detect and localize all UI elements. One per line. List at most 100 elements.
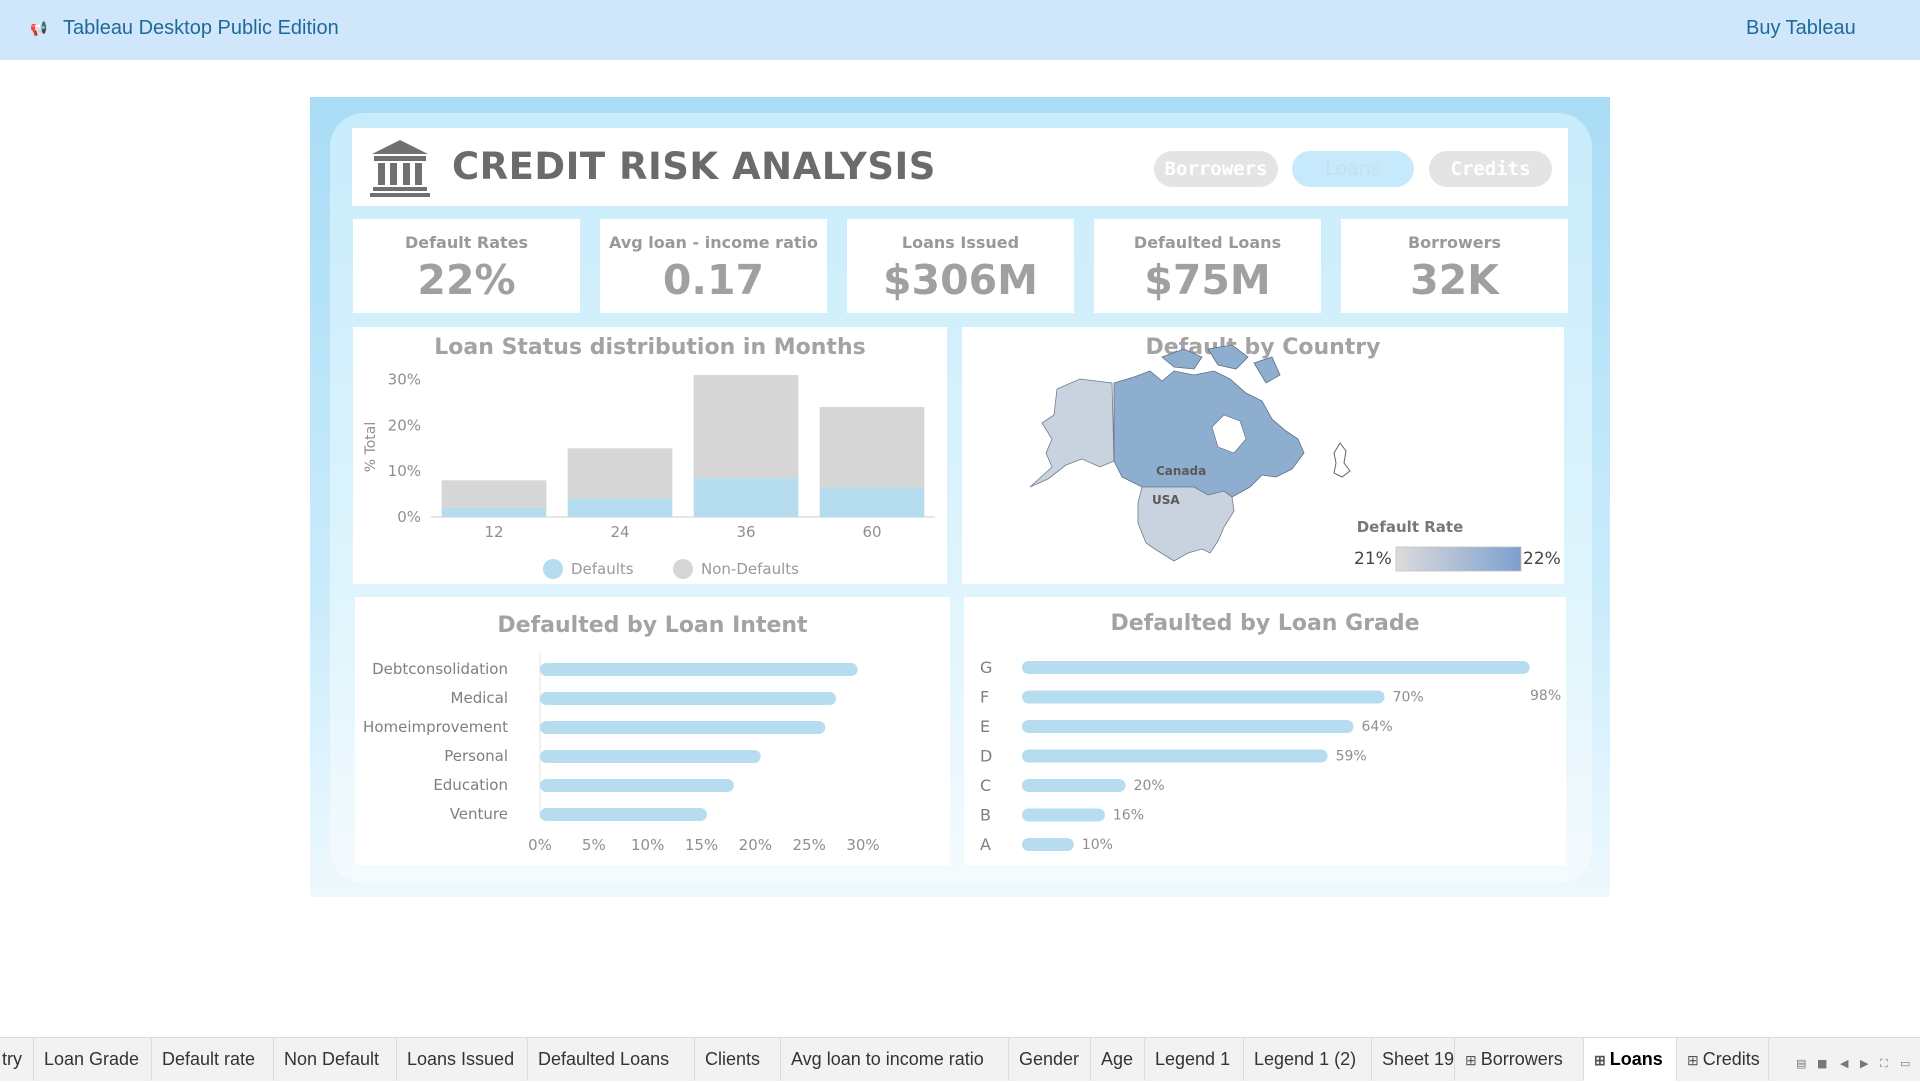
legend-label-non-defaults: Non-Defaults <box>701 560 799 578</box>
sheet-tab-loans[interactable]: ⊞ Loans <box>1584 1038 1677 1081</box>
dashboard-title: CREDIT RISK ANALYSIS <box>452 145 936 188</box>
nav-loans-button[interactable]: Loans <box>1292 151 1414 187</box>
map-legend-max: 22% <box>1523 549 1561 569</box>
sheet-tab-sheet-19[interactable]: Sheet 19 <box>1372 1038 1455 1081</box>
bar-non-defaults[interactable] <box>567 448 673 499</box>
intent-bar[interactable] <box>540 808 707 821</box>
grade-value-label: 59% <box>1336 749 1367 765</box>
y-axis-label: % Total <box>363 422 379 472</box>
intent-bar[interactable] <box>540 663 858 676</box>
legend-dot-non-defaults <box>673 559 693 579</box>
app-header: 📢 Tableau Desktop Public Edition Buy Tab… <box>0 0 1920 60</box>
sheet-tab-label: Credits <box>1702 1049 1760 1069</box>
category-label: Debtconsolidation <box>372 660 508 678</box>
sheet-tab-label: Age <box>1101 1049 1134 1069</box>
sheet-tab-age[interactable]: Age <box>1091 1038 1145 1081</box>
bar-non-defaults[interactable] <box>441 480 547 508</box>
kpi-label: Borrowers <box>1407 233 1501 252</box>
tab-grid-icon[interactable]: ■ <box>1817 1057 1827 1070</box>
presentation-icon[interactable]: ▭ <box>1900 1057 1910 1070</box>
next-tab-icon[interactable]: ▶ <box>1860 1057 1868 1070</box>
grade-value-label: 10% <box>1082 837 1113 853</box>
intent-bar[interactable] <box>540 721 826 734</box>
x-tick-label: 25% <box>792 836 825 854</box>
sheet-tab-clients[interactable]: Clients <box>695 1038 781 1081</box>
nav-borrowers-button[interactable]: Borrowers <box>1154 151 1278 187</box>
legend-label-defaults: Defaults <box>571 560 634 578</box>
kpi-card-loans-issued: Loans Issued $306M <box>847 219 1074 313</box>
sheet-tab-avg-loan-to-income-ratio[interactable]: Avg loan to income ratio <box>781 1038 1009 1081</box>
grade-label: B <box>980 806 991 825</box>
sheet-tab-loan-grade[interactable]: Loan Grade <box>34 1038 152 1081</box>
grade-bar[interactable] <box>1022 779 1126 792</box>
sheet-tab-label: Sheet 19 <box>1382 1049 1455 1069</box>
x-tick-label: 5% <box>582 836 606 854</box>
x-tick-label: 10% <box>631 836 664 854</box>
sheet-tab-label: Clients <box>705 1049 761 1069</box>
grade-bar[interactable] <box>1022 749 1328 763</box>
sheet-tab-defaulted-loans[interactable]: Defaulted Loans <box>528 1038 695 1081</box>
kpi-label: Default Rates <box>404 233 529 252</box>
grade-bar[interactable] <box>1022 838 1074 851</box>
y-tick-label: 10% <box>388 462 421 480</box>
intent-bar[interactable] <box>540 779 734 792</box>
y-tick-label: 0% <box>397 508 421 526</box>
kpi-card-borrowers: Borrowers 32K <box>1341 219 1568 313</box>
nav-credits-button[interactable]: Credits <box>1429 151 1552 187</box>
sheet-tab-borrowers[interactable]: ⊞ Borrowers <box>1455 1038 1584 1081</box>
kpi-card-defaulted-loans: Defaulted Loans $75M <box>1094 219 1321 313</box>
map-label-usa: USA <box>1152 493 1180 507</box>
sheet-tab-label: try <box>2 1049 22 1069</box>
category-label: Personal <box>444 747 508 765</box>
grade-bar[interactable] <box>1022 720 1354 733</box>
intent-bar[interactable] <box>540 750 761 763</box>
grade-label: F <box>980 688 989 707</box>
bar-non-defaults[interactable] <box>819 407 925 488</box>
sheet-tab-label: Gender <box>1019 1049 1080 1069</box>
loan-intent-panel: Defaulted by Loan Intent Debtconsolidati… <box>355 597 950 865</box>
sheet-tab-gender[interactable]: Gender <box>1009 1038 1091 1081</box>
map-label-canada: Canada <box>1156 464 1206 478</box>
fullscreen-icon[interactable]: ⛶ <box>1880 1057 1888 1071</box>
sheet-tab-legend-1-2[interactable]: Legend 1 (2) <box>1244 1038 1372 1081</box>
buy-tableau-link[interactable]: Buy Tableau <box>1746 17 1856 40</box>
legend-dot-defaults <box>543 559 563 579</box>
grade-label: E <box>980 717 990 736</box>
x-tick-label: 15% <box>685 836 718 854</box>
map-legend-title: Default Rate <box>1357 518 1464 536</box>
sheet-tab-bar: try Loan Grade Default rate Non Default Loan… <box>0 1037 1920 1081</box>
map-legend-gradient <box>1395 546 1522 572</box>
bar-defaults[interactable] <box>693 478 799 517</box>
tab-list-icon[interactable]: ▤ <box>1796 1057 1806 1070</box>
grade-value-label: 64% <box>1362 719 1393 735</box>
x-tick-label: 24 <box>610 523 629 541</box>
grade-value-label: 20% <box>1134 778 1165 794</box>
bank-icon <box>370 140 430 197</box>
bar-defaults[interactable] <box>819 487 925 517</box>
bar-defaults[interactable] <box>441 507 547 517</box>
kpi-card-default-rates: Default Rates 22% <box>353 219 580 313</box>
intent-bar[interactable] <box>540 692 837 705</box>
kpi-value: $306M <box>883 256 1038 304</box>
grade-bar[interactable] <box>1022 690 1385 704</box>
sheet-tab-non-default[interactable]: Non Default <box>274 1038 397 1081</box>
sheet-tab-default-rate[interactable]: Default rate <box>152 1038 274 1081</box>
sheet-tab-legend-1[interactable]: Legend 1 <box>1145 1038 1244 1081</box>
bar-defaults[interactable] <box>567 498 673 517</box>
loan-intent-chart: Debtconsolidation Medical Homeimprovement P… <box>363 653 880 854</box>
category-label: Homeimprovement <box>363 718 508 736</box>
sheet-tab-label: Non Default <box>284 1049 380 1069</box>
kpi-label: Avg loan - income ratio <box>609 233 818 252</box>
sheet-tab-try[interactable]: try <box>0 1038 34 1081</box>
sheet-tab-label: Legend 1 <box>1155 1049 1231 1069</box>
grade-bar[interactable] <box>1022 661 1530 674</box>
sheet-tab-credits[interactable]: ⊞ Credits <box>1677 1038 1769 1081</box>
previous-tab-icon[interactable]: ◀ <box>1840 1057 1848 1070</box>
y-tick-label: 30% <box>388 371 421 389</box>
country-map[interactable]: Canada USA Default Rate 21% 22% <box>962 327 1564 584</box>
grade-bar[interactable] <box>1022 808 1105 822</box>
bar-non-defaults[interactable] <box>693 375 799 479</box>
kpi-label: Defaulted Loans <box>1133 233 1282 252</box>
grade-value-label: 16% <box>1113 808 1144 824</box>
sheet-tab-loans-issued[interactable]: Loans Issued <box>397 1038 528 1081</box>
